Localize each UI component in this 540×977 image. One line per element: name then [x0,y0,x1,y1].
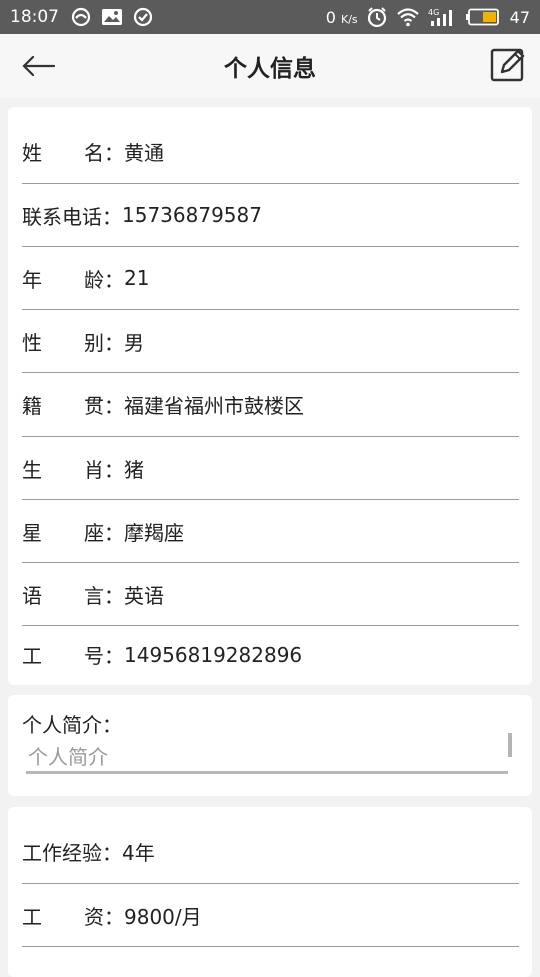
battery-level: 47 [509,7,530,27]
network-type-label: 4G [428,8,439,17]
label-char: 工 [22,904,42,929]
label-colon: ： [104,330,124,355]
battery-icon [465,8,500,26]
edit-icon [490,48,525,82]
info-row-salary: 工资： 9800/月 [22,884,519,947]
label-colon: ： [104,904,124,929]
intro-label: 个人简介： [22,713,122,737]
salary-value: 9800/月 [124,904,202,929]
label-colon: ： [102,840,122,865]
info-row-hometown: 籍贯：福建省福州市鼓楼区 [22,373,519,437]
label-char: 姓 [22,140,42,165]
sync-circle-icon [71,7,91,27]
back-button[interactable] [18,48,58,84]
intro-input[interactable] [26,743,508,774]
info-row-phone: 联系电话： 15736879587 [22,184,519,247]
row-label: 生肖 [22,454,104,483]
row-label: 工号 [22,640,104,669]
info-row-employee-id: 工号： 14956819282896 [22,626,519,683]
info-row-experience: 工作经验： 4年 [22,819,519,884]
info-row-age: 年龄： 21 [22,247,519,310]
status-time: 18:07 [10,7,59,27]
personal-info-card: 姓名：黄通 联系电话： 15736879587 年龄： 21 性别：男 籍贯：福建省… [8,107,532,685]
page-title: 个人信息 [224,56,316,82]
label-char: 贯 [84,394,104,418]
row-label: 星座 [22,517,104,546]
info-row-language: 语言：英语 [22,563,519,626]
label-colon: ： [104,583,124,608]
language-value: 英语 [124,583,164,608]
hometown-value: 福建省福州市鼓楼区 [124,394,304,418]
label-char: 性 [22,330,42,355]
check-circle-icon [133,7,153,27]
label-char: 工 [22,644,42,668]
label-char: 座 [84,520,104,545]
edit-button[interactable] [490,46,526,82]
status-bar: 18:07 0 K/s 4G 47 [0,0,540,34]
network-speed: 0 K/s [326,8,358,27]
row-label: 工资 [22,901,104,930]
info-row-gender: 性别：男 [22,310,519,373]
work-info-card: 工作经验： 4年 工资： 9800/月 [8,807,532,977]
label-colon: ： [104,457,124,482]
image-notification-icon [101,8,123,26]
label-char: 言 [84,583,104,608]
label-char: 籍 [22,394,42,418]
info-row-constellation: 星座：摩羯座 [22,500,519,563]
experience-value: 4年 [122,840,155,865]
name-value: 黄通 [124,140,164,165]
age-value: 21 [124,266,150,290]
row-label: 姓名 [22,137,104,166]
row-label: 年龄 [22,264,104,293]
wifi-icon [396,7,420,27]
network-speed-value: 0 [325,7,336,27]
intro-scrollbar[interactable] [508,733,512,757]
label-char: 肖 [84,457,104,482]
label-char: 名 [84,140,104,165]
label-char: 号 [84,644,104,668]
status-left: 18:07 [10,7,163,27]
phone-value: 15736879587 [122,203,262,227]
constellation-value: 摩羯座 [124,520,184,545]
intro-card: 个人简介： [8,695,532,796]
arrow-left-icon [22,55,55,77]
zodiac-value: 猪 [124,457,144,482]
label-char: 年 [22,267,42,292]
employee-id-value: 14956819282896 [124,642,303,667]
label-char: 星 [22,520,42,545]
info-row-name: 姓名：黄通 [22,119,519,184]
label-colon: ： [104,267,124,292]
label-char: 资 [84,904,104,929]
label-colon: ： [104,140,124,165]
label-char: 别 [84,330,104,355]
label-colon: ： [102,204,122,229]
info-row-zodiac: 生肖：猪 [22,437,519,500]
alarm-icon [366,6,388,28]
gender-value: 男 [124,330,144,355]
label-char: 语 [22,583,42,608]
status-right: 0 K/s 4G 47 [326,6,530,28]
app-header: 个人信息 [0,34,540,98]
label-colon: ： [104,394,124,418]
row-label: 籍贯 [22,390,104,419]
network-speed-unit: K/s [340,12,358,26]
row-label: 工作经验 [22,840,102,865]
label-char: 龄 [84,267,104,292]
cellular-signal-icon: 4G [428,7,458,27]
row-label: 语言 [22,580,104,609]
row-label: 性别 [22,327,104,356]
label-colon: ： [104,520,124,545]
row-label: 联系电话 [22,204,102,229]
label-char: 生 [22,457,42,482]
label-colon: ： [104,644,124,668]
